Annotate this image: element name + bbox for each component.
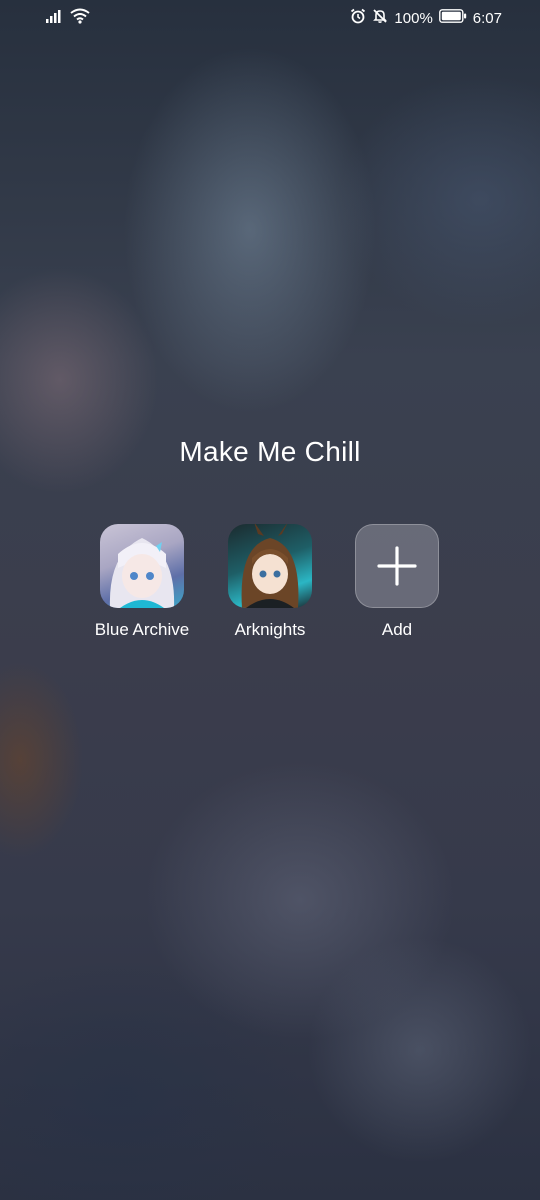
arknights-app-icon[interactable]: [228, 524, 312, 608]
battery-icon: [438, 9, 467, 27]
folder-title[interactable]: Make Me Chill: [0, 436, 540, 468]
status-left: [46, 8, 90, 28]
wifi-icon: [70, 8, 90, 28]
app-label: Add: [381, 620, 413, 639]
clock-time: 6:07: [472, 9, 502, 27]
app-arknights[interactable]: Arknights: [210, 524, 330, 640]
mute-icon: [372, 8, 388, 28]
app-label: Arknights: [234, 620, 306, 639]
battery-percent: 100%: [394, 9, 433, 27]
folder-app-grid: Blue Archive Arknights Add: [0, 524, 540, 654]
blue-archive-app-icon[interactable]: [100, 524, 184, 608]
plus-icon: [377, 546, 417, 586]
app-label: Blue Archive: [94, 620, 190, 639]
status-right: 100% 6:07: [350, 8, 502, 28]
add-app-button[interactable]: [355, 524, 439, 608]
signal-icon: [46, 9, 64, 27]
alarm-icon: [350, 8, 366, 28]
app-add[interactable]: Add: [337, 524, 457, 640]
status-bar: 100% 6:07: [0, 0, 540, 36]
app-blue-archive[interactable]: Blue Archive: [82, 524, 202, 640]
